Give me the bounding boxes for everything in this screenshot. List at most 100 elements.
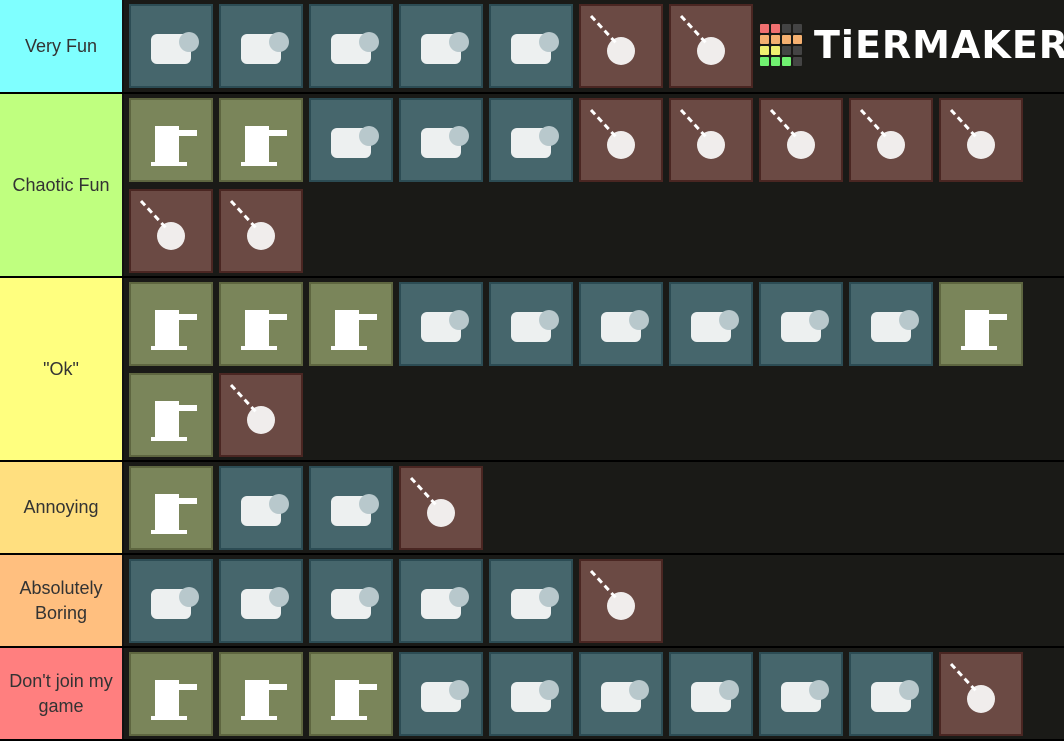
emancipator-mech-icon[interactable] (399, 652, 483, 736)
mortar-tube-icon[interactable] (489, 652, 573, 736)
tier-label[interactable]: "Ok" (0, 278, 124, 460)
orbital-strike-icon-glyph (679, 14, 725, 65)
logo-grid-cell (760, 57, 769, 66)
anti-personnel-mines-icon-glyph (151, 494, 197, 534)
tank-vehicle-icon[interactable] (669, 652, 753, 736)
tier-list-board: Very Fun Chaotic Fun "Ok" Annoying Absolutel… (0, 0, 1064, 741)
logo-grid-cell (760, 35, 769, 44)
barbed-wire-icon-glyph (241, 126, 287, 166)
emancipator-mech-icon-glyph (421, 680, 469, 712)
logo-grid-cell (760, 46, 769, 55)
tiermaker-logo: TiERMAKER (760, 20, 1064, 70)
airburst-launcher-icon-glyph (511, 587, 559, 619)
tier-items (124, 462, 1064, 553)
mine-field-stars-icon-glyph (151, 401, 197, 441)
tier-label[interactable]: Very Fun (0, 0, 124, 92)
smoke-beacon-icon[interactable] (309, 282, 393, 366)
tier-row: Absolutely Boring (0, 555, 1064, 648)
heavy-machine-gun-icon[interactable] (219, 4, 303, 88)
logo-grid-cell (771, 46, 780, 55)
tesla-emitter-icon[interactable] (219, 652, 303, 736)
gatling-strike-icon[interactable] (849, 98, 933, 182)
tesla-tower-icon[interactable] (939, 282, 1023, 366)
gatling-sentry-icon-glyph (151, 310, 197, 350)
reinforce-arc-icon-glyph (421, 587, 469, 619)
missile-icon[interactable] (669, 98, 753, 182)
logo-grid-icon (760, 24, 802, 66)
logo-grid-cell (793, 35, 802, 44)
autocannon-sentry-icon[interactable] (219, 282, 303, 366)
recoilless-rifle-icon[interactable] (399, 98, 483, 182)
rocket-barrage-icon[interactable] (939, 98, 1023, 182)
logo-grid-cell (760, 24, 769, 33)
shield-generator-icon[interactable] (309, 4, 393, 88)
supply-ammo-icon[interactable] (489, 98, 573, 182)
barbed-wire-icon[interactable] (219, 98, 303, 182)
logo-grid-cell (793, 57, 802, 66)
drone-backpack-icon-glyph (691, 310, 739, 342)
mortar-tube-icon-glyph (511, 680, 559, 712)
spear-launcher-icon-glyph (331, 494, 379, 526)
tier-items (124, 278, 1064, 460)
supply-pack-icon-glyph (871, 310, 919, 342)
shredder-icon[interactable] (759, 652, 843, 736)
rocket-sentry-icon-glyph (151, 680, 197, 720)
laser-strike-icon[interactable] (759, 98, 843, 182)
arc-thrower-icon[interactable] (219, 559, 303, 643)
supply-pack-icon[interactable] (849, 282, 933, 366)
tier-label[interactable]: Don't join my game (0, 648, 124, 739)
walking-barrage-icon[interactable] (219, 189, 303, 273)
logo-grid-cell (782, 57, 791, 66)
rocket-pod-launcher-icon[interactable] (489, 4, 573, 88)
barrage-ring-icon[interactable] (579, 559, 663, 643)
mortar-sentry-icon[interactable] (129, 98, 213, 182)
tier-items (124, 555, 1064, 646)
ring-target-icon[interactable] (129, 189, 213, 273)
tier-label[interactable]: Chaotic Fun (0, 94, 124, 276)
orbital-strike-icon[interactable] (669, 4, 753, 88)
bubble-shield-icon-glyph (241, 494, 289, 526)
hellpod-hose-icon[interactable] (849, 652, 933, 736)
precision-strike-icon[interactable] (219, 373, 303, 457)
tier-label[interactable]: Absolutely Boring (0, 555, 124, 646)
airburst-launcher-icon[interactable] (489, 559, 573, 643)
radar-station-icon[interactable] (309, 652, 393, 736)
logo-grid-cell (771, 24, 780, 33)
cooldown-reduction-icon[interactable] (939, 652, 1023, 736)
mech-exosuit-icon[interactable] (399, 4, 483, 88)
ballistic-shield-icon[interactable] (129, 559, 213, 643)
triple-strike-icon[interactable] (579, 98, 663, 182)
armored-vehicle-icon[interactable] (579, 652, 663, 736)
mine-field-stars-icon[interactable] (129, 373, 213, 457)
heart-gear-icon[interactable] (399, 282, 483, 366)
stim-pack-icon[interactable] (489, 282, 573, 366)
napalm-fire-icon-glyph (409, 476, 455, 527)
airdrop-cluster-icon[interactable] (579, 4, 663, 88)
shield-generator-icon-glyph (331, 32, 379, 64)
grenade-launcher-icon[interactable] (309, 98, 393, 182)
anti-personnel-mines-icon[interactable] (129, 466, 213, 550)
spear-launcher-icon[interactable] (309, 466, 393, 550)
tier-row: Chaotic Fun (0, 94, 1064, 278)
railgun-icon-glyph (781, 310, 829, 342)
logo-text: TiERMAKER (814, 23, 1064, 67)
logo-grid-cell (771, 35, 780, 44)
patriot-mech-icon-glyph (331, 587, 379, 619)
walking-barrage-icon-glyph (229, 199, 275, 250)
armored-vehicle-icon-glyph (601, 680, 649, 712)
reinforce-arc-icon[interactable] (399, 559, 483, 643)
logo-grid-cell (771, 57, 780, 66)
tesla-emitter-icon-glyph (241, 680, 287, 720)
tier-row: Annoying (0, 462, 1064, 555)
tier-label[interactable]: Annoying (0, 462, 124, 553)
napalm-fire-icon[interactable] (399, 466, 483, 550)
flamethrower-icon[interactable] (129, 4, 213, 88)
gatling-sentry-icon[interactable] (129, 282, 213, 366)
drone-backpack-icon[interactable] (669, 282, 753, 366)
rocket-sentry-icon[interactable] (129, 652, 213, 736)
jetpack-wings-icon[interactable] (579, 282, 663, 366)
ballistic-shield-icon-glyph (151, 587, 199, 619)
railgun-icon[interactable] (759, 282, 843, 366)
bubble-shield-icon[interactable] (219, 466, 303, 550)
patriot-mech-icon[interactable] (309, 559, 393, 643)
